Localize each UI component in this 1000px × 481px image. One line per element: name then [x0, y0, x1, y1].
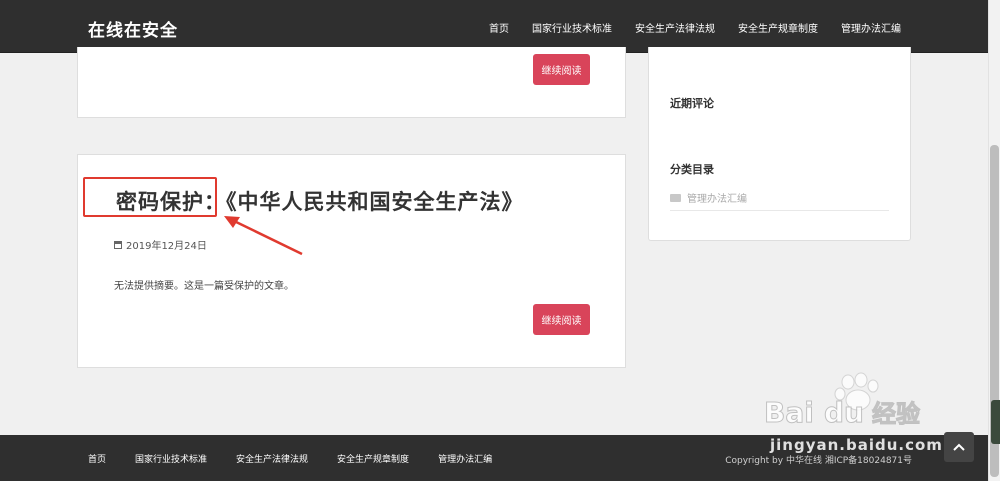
- folder-icon: [670, 193, 681, 202]
- svg-text:du: du: [824, 396, 864, 429]
- sidebar: 近期评论 分类目录 管理办法汇编: [648, 47, 911, 241]
- nav-item-regulations[interactable]: 安全生产规章制度: [738, 20, 818, 35]
- side-widget-tab[interactable]: [991, 400, 1000, 444]
- nav-item-management[interactable]: 管理办法汇编: [841, 20, 901, 35]
- read-more-button[interactable]: 继续阅读: [533, 54, 590, 85]
- footer-nav-standards[interactable]: 国家行业技术标准: [135, 452, 207, 465]
- top-navbar: 在线在安全 首页 国家行业技术标准 安全生产法律法规 安全生产规章制度 管理办法…: [0, 0, 988, 53]
- footer-nav-home[interactable]: 首页: [88, 452, 106, 465]
- nav-item-standards[interactable]: 国家行业技术标准: [532, 20, 612, 35]
- footer-nav-regulations[interactable]: 安全生产规章制度: [337, 452, 409, 465]
- footer-nav-management[interactable]: 管理办法汇编: [438, 452, 492, 465]
- chevron-up-icon: [953, 443, 965, 451]
- footer-nav: 首页 国家行业技术标准 安全生产法律法规 安全生产规章制度 管理办法汇编: [88, 452, 492, 465]
- svg-text:Bai: Bai: [764, 396, 814, 429]
- site-brand[interactable]: 在线在安全: [88, 16, 178, 41]
- calendar-icon: [114, 240, 122, 249]
- post-excerpt: 无法提供摘要。这是一篇受保护的文章。: [114, 281, 294, 292]
- footer-nav-laws[interactable]: 安全生产法律法规: [236, 452, 308, 465]
- nav-item-laws[interactable]: 安全生产法律法规: [635, 20, 715, 35]
- annotation-box: [83, 177, 217, 217]
- copyright-text: Copyright by 中华在线 湘ICP备18024871号: [725, 456, 912, 466]
- watermark-url: jingyan.baidu.com: [770, 436, 943, 454]
- category-item[interactable]: 管理办法汇编: [670, 190, 747, 205]
- divider: [670, 210, 889, 211]
- categories-heading: 分类目录: [670, 163, 714, 176]
- post-meta: 2019年12月24日: [114, 237, 207, 252]
- main-nav: 首页 国家行业技术标准 安全生产法律法规 安全生产规章制度 管理办法汇编: [489, 20, 901, 35]
- post-card-previous: 继续阅读: [77, 47, 626, 118]
- svg-text:经验: 经验: [872, 400, 920, 428]
- annotation-arrow: [224, 216, 303, 256]
- nav-item-home[interactable]: 首页: [489, 20, 509, 35]
- recent-comments-heading: 近期评论: [670, 97, 714, 110]
- read-more-button[interactable]: 继续阅读: [533, 304, 590, 335]
- post-date[interactable]: 2019年12月24日: [126, 237, 207, 252]
- back-to-top-button[interactable]: [944, 432, 974, 462]
- category-label[interactable]: 管理办法汇编: [687, 190, 747, 205]
